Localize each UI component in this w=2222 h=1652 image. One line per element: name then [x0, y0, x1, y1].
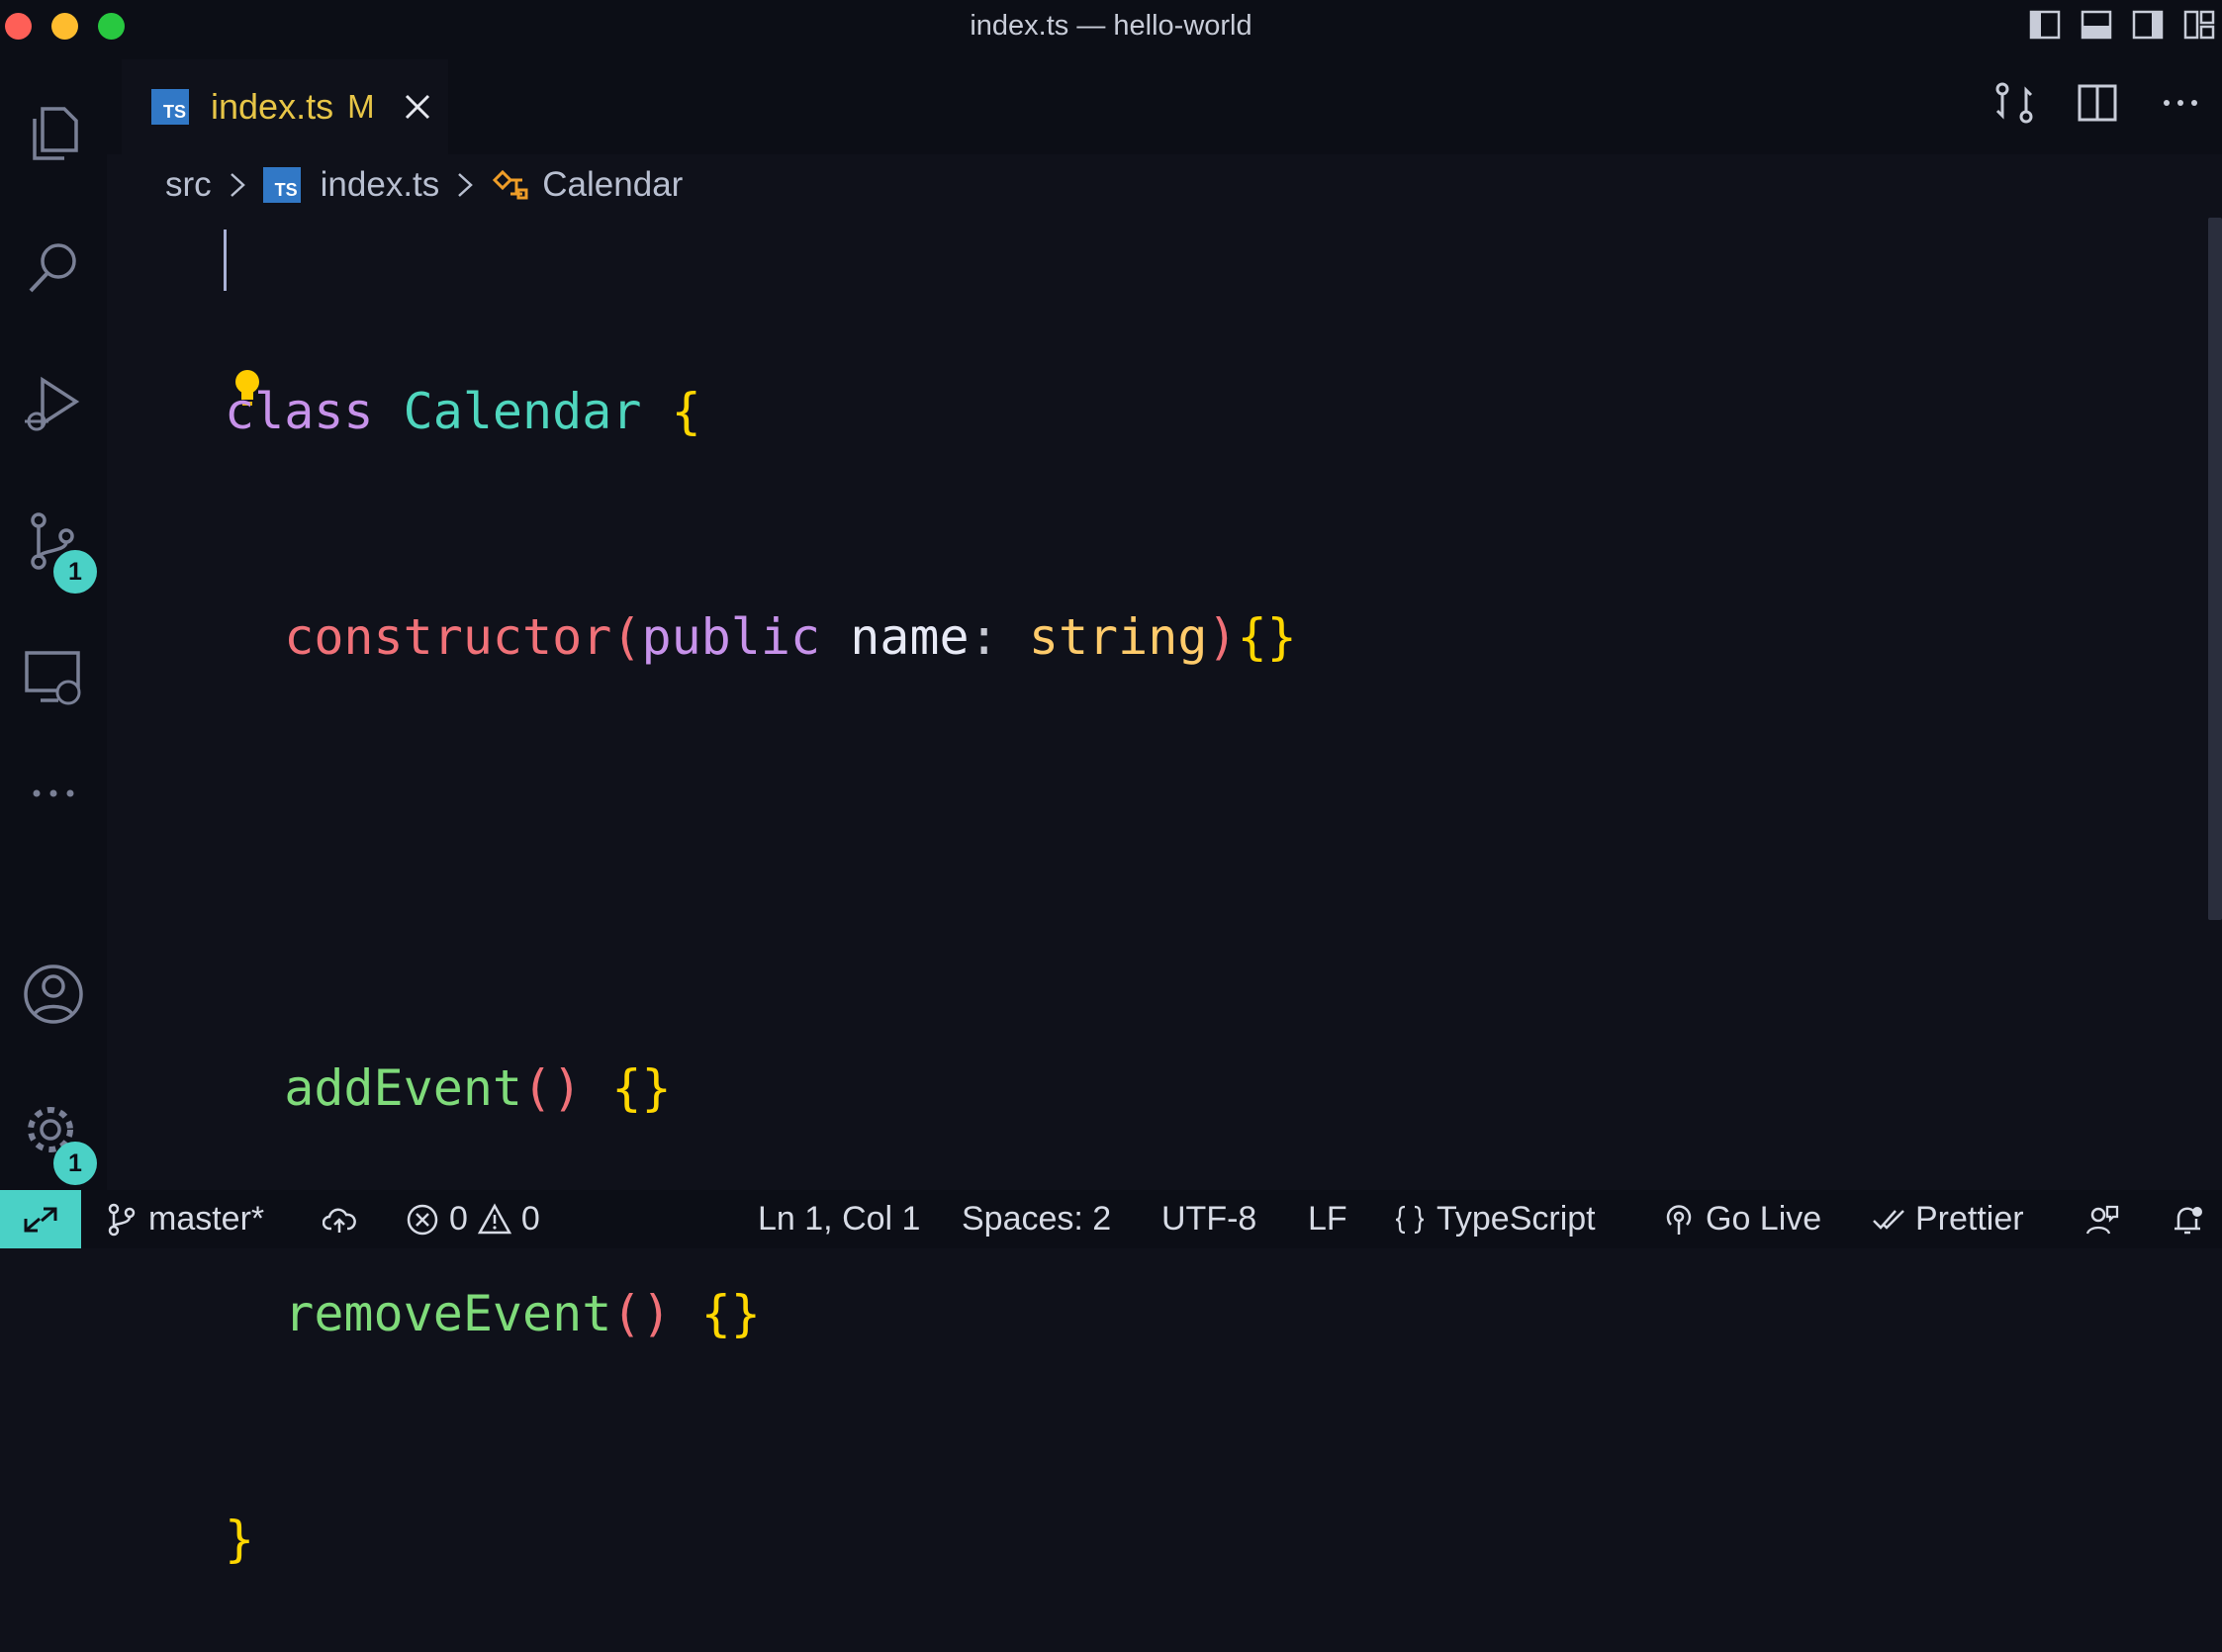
code-editor[interactable]: class Calendar { constructor(public name… — [225, 224, 1297, 1652]
language-label: TypeScript — [1436, 1200, 1596, 1238]
breadcrumb-symbol[interactable]: Calendar — [542, 165, 683, 205]
end-of-line[interactable]: LF — [1308, 1190, 1347, 1248]
method-add-event: addEvent — [284, 1059, 523, 1117]
typescript-file-icon: TS — [151, 89, 189, 125]
remote-indicator[interactable] — [0, 1190, 81, 1248]
explorer-button[interactable] — [15, 95, 92, 172]
git-branch-icon — [108, 1203, 136, 1236]
method-remove-event: removeEvent — [284, 1285, 612, 1342]
indentation[interactable]: Spaces: 2 — [962, 1190, 1111, 1248]
run-debug-button[interactable] — [15, 366, 92, 443]
breadcrumb-folder[interactable]: src — [165, 165, 212, 205]
method-parens: () — [611, 1285, 672, 1342]
encoding[interactable]: UTF-8 — [1161, 1190, 1256, 1248]
paren-open: ( — [611, 608, 642, 666]
code-line-5: removeEvent() {} — [225, 1276, 1297, 1351]
prettier-button[interactable]: Prettier — [1872, 1190, 2024, 1248]
go-live-button[interactable]: Go Live — [1662, 1190, 1821, 1248]
title-bar: index.ts — hello-world — [0, 0, 2222, 51]
layout-controls — [2028, 8, 2216, 42]
chevron-right-icon — [230, 173, 245, 197]
broadcast-icon — [1666, 1204, 1692, 1235]
class-name: Calendar — [403, 383, 642, 440]
keyword-class: class — [225, 383, 374, 440]
toggle-panel-icon[interactable] — [2080, 8, 2113, 42]
error-count: 0 — [449, 1200, 468, 1238]
vertical-scrollbar[interactable] — [2208, 218, 2222, 920]
source-control-badge: 1 — [53, 550, 97, 594]
go-live-label: Go Live — [1706, 1200, 1822, 1238]
run-debug-icon — [25, 376, 80, 431]
feedback-button[interactable] — [2085, 1190, 2119, 1248]
breadcrumb-file[interactable]: index.ts — [321, 165, 440, 205]
breadcrumb: src TS index.ts Calendar — [165, 160, 683, 210]
account-icon — [24, 964, 83, 1024]
more-actions-icon[interactable] — [2159, 81, 2202, 125]
code-line-1: class Calendar { — [225, 374, 1297, 449]
modified-indicator: M — [347, 88, 375, 125]
branch-name: master* — [148, 1200, 265, 1238]
notifications-button[interactable] — [2171, 1190, 2204, 1248]
window-title: index.ts — hello-world — [970, 10, 1252, 42]
cloud-upload-icon — [323, 1208, 356, 1233]
type-colon: : — [969, 608, 999, 666]
problems-indicator[interactable]: 0 0 — [406, 1190, 540, 1248]
param-name: name — [850, 608, 970, 666]
open-changes-icon[interactable] — [1992, 81, 2036, 125]
toggle-primary-sidebar-icon[interactable] — [2028, 8, 2062, 42]
double-check-icon — [1873, 1209, 1904, 1230]
close-brace: } — [225, 1511, 255, 1568]
constructor-body: {} — [1237, 608, 1297, 666]
code-line-6: } — [225, 1502, 1297, 1577]
source-control-button[interactable]: 1 — [15, 503, 97, 594]
tab-label: index.ts — [211, 86, 334, 127]
prettier-label: Prettier — [1915, 1200, 2024, 1238]
sync-button[interactable] — [323, 1190, 356, 1248]
error-icon — [407, 1204, 438, 1235]
tab-index-ts[interactable]: TS index.ts M — [122, 59, 448, 154]
method-parens: () — [522, 1059, 583, 1117]
search-icon — [29, 243, 76, 293]
chevron-right-icon — [458, 173, 474, 197]
split-editor-icon[interactable] — [2076, 81, 2119, 125]
editor-actions — [1992, 81, 2202, 125]
method-body: {} — [700, 1285, 761, 1342]
typescript-file-icon: TS — [262, 167, 301, 203]
remote-explorer-button[interactable] — [15, 639, 92, 716]
paren-close: ) — [1207, 608, 1238, 666]
warning-count: 0 — [520, 1200, 540, 1238]
braces-icon — [1395, 1205, 1425, 1234]
method-body: {} — [611, 1059, 672, 1117]
class-symbol-icon — [493, 169, 528, 200]
tab-bar: TS index.ts M — [107, 51, 2222, 154]
status-bar: master* 0 0 Ln 1, Col 1 Spaces: 2 UTF-8 … — [0, 1190, 2222, 1248]
activity-bar: 1 1 — [0, 51, 107, 1223]
files-icon — [33, 107, 78, 160]
remote-icon — [24, 1207, 57, 1232]
manage-badge: 1 — [53, 1142, 97, 1185]
param-type: string — [1028, 608, 1208, 666]
manage-button[interactable]: 1 — [15, 1094, 97, 1185]
customize-layout-icon[interactable] — [2182, 8, 2216, 42]
branch-indicator[interactable]: master* — [105, 1190, 264, 1248]
code-line-2: constructor(public name: string){} — [225, 599, 1297, 675]
close-icon[interactable] — [403, 92, 432, 122]
bell-icon — [2175, 1206, 2202, 1234]
accounts-button[interactable] — [15, 956, 92, 1033]
cursor-position[interactable]: Ln 1, Col 1 — [758, 1190, 920, 1248]
open-brace: { — [671, 383, 701, 440]
constructor-keyword: constructor — [284, 608, 612, 666]
feedback-icon — [2085, 1205, 2119, 1235]
remote-explorer-icon — [25, 651, 81, 705]
code-line-4: addEvent() {} — [225, 1051, 1297, 1126]
more-views-button[interactable] — [15, 754, 92, 831]
warning-icon — [477, 1202, 511, 1234]
modifier-public: public — [641, 608, 821, 666]
toggle-secondary-sidebar-icon[interactable] — [2131, 8, 2165, 42]
search-button[interactable] — [15, 229, 92, 307]
language-mode[interactable]: TypeScript — [1393, 1190, 1596, 1248]
ellipsis-icon — [33, 789, 74, 797]
